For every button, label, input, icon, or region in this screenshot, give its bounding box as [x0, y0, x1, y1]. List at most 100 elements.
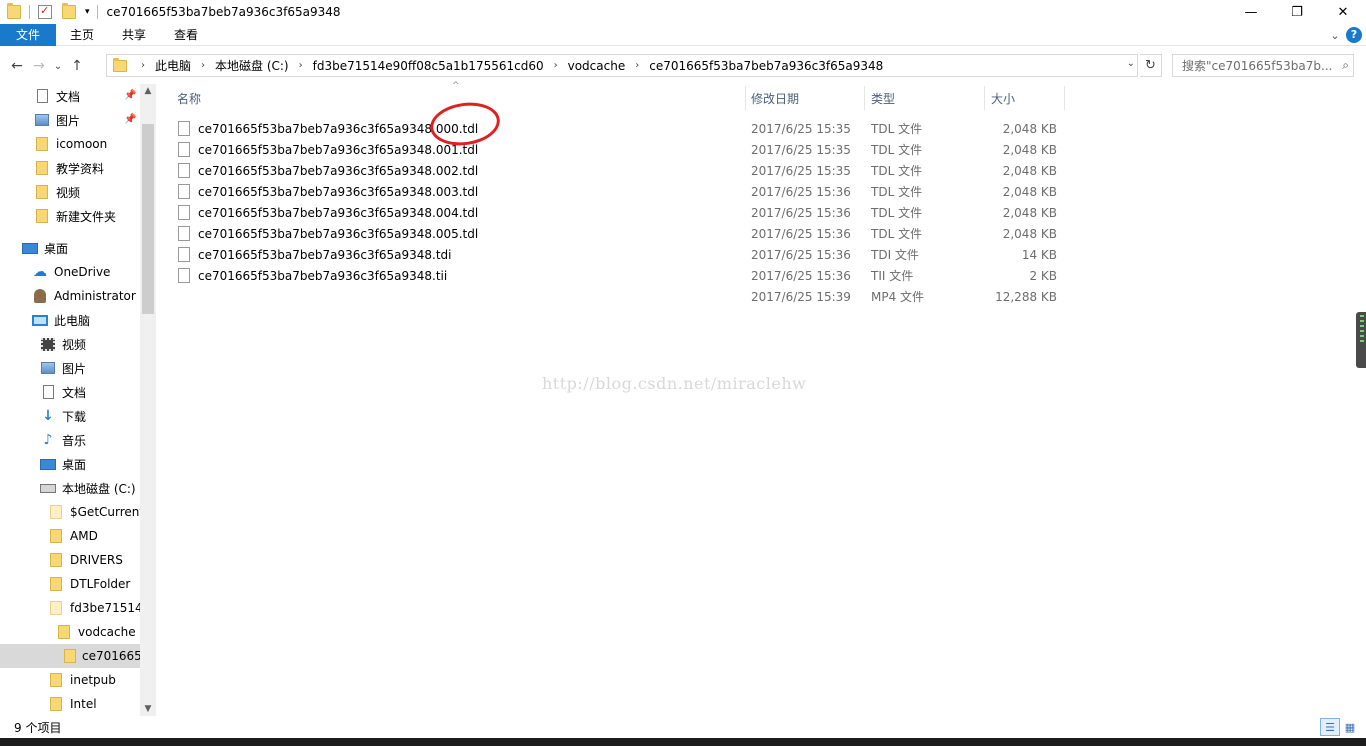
- nav-item-videos[interactable]: 视频: [40, 332, 86, 356]
- file-name: ce701665f53ba7beb7a936c3f65a9348.005.tdl: [198, 226, 479, 241]
- crumb-separator[interactable]: ›: [548, 60, 564, 71]
- forward-button[interactable]: →: [28, 58, 50, 74]
- nav-item-label: 图片: [56, 113, 81, 128]
- tab-home[interactable]: 主页: [56, 24, 108, 46]
- file-date: 2017/6/25 15:35: [751, 121, 851, 136]
- minimize-button[interactable]: —: [1228, 0, 1274, 24]
- file-row[interactable]: ce701665f53ba7beb7a936c3f65a9348.004.tdl…: [160, 202, 1060, 223]
- nav-item-downloads[interactable]: ↓ 下载: [40, 404, 86, 428]
- nav-item-vodcache[interactable]: vodcache: [56, 620, 136, 644]
- qat-separator: [29, 5, 30, 19]
- nav-item-drivers[interactable]: DRIVERS: [48, 548, 123, 572]
- nav-item-fd3be71514[interactable]: fd3be71514: [48, 596, 143, 620]
- tab-share[interactable]: 共享: [108, 24, 160, 46]
- document-icon: [42, 385, 54, 399]
- close-button[interactable]: ✕: [1320, 0, 1366, 24]
- nav-item-administrator[interactable]: Administrator: [32, 284, 136, 308]
- up-button[interactable]: ↑: [66, 58, 88, 74]
- breadcrumb-fd3be[interactable]: fd3be71514e90ff08c5a1b175561cd60: [309, 59, 548, 73]
- folder-icon: [64, 649, 76, 663]
- column-header-type[interactable]: 类型: [864, 84, 984, 112]
- search-icon[interactable]: ⌕: [1342, 58, 1349, 73]
- nav-item-label: fd3be71514: [70, 601, 143, 615]
- file-row[interactable]: ce701665f53ba7beb7a936c3f65a9348.002.tdl…: [160, 160, 1060, 181]
- file-row[interactable]: ce701665f53ba7beb7a936c3f65a9348.005.tdl…: [160, 223, 1060, 244]
- breadcrumb-this-pc[interactable]: 此电脑: [151, 57, 195, 74]
- file-row[interactable]: ce701665f53ba7beb7a936c3f65a9348.tii 201…: [160, 265, 1060, 286]
- scroll-thumb[interactable]: [142, 124, 154, 314]
- file-row[interactable]: ce701665f53ba7beb7a936c3f65a9348.tdi 201…: [160, 244, 1060, 265]
- scroll-down-icon[interactable]: ▼: [140, 704, 156, 714]
- crumb-separator[interactable]: ›: [135, 60, 151, 71]
- nav-item-this-pc[interactable]: 此电脑: [32, 308, 90, 332]
- pin-icon[interactable]: 📌: [124, 90, 136, 101]
- nav-item-desktop[interactable]: 桌面: [40, 452, 86, 476]
- file-size: 2,048 KB: [1002, 121, 1057, 136]
- file-row[interactable]: 2017/6/25 15:39 MP4 文件 12,288 KB: [160, 286, 1060, 307]
- file-type: MP4 文件: [871, 290, 925, 304]
- pin-icon[interactable]: 📌: [124, 114, 136, 125]
- nav-item-teaching[interactable]: 教学资料: [34, 156, 104, 180]
- file-date: 2017/6/25 15:36: [751, 226, 851, 241]
- nav-item-amd[interactable]: AMD: [48, 524, 98, 548]
- large-icons-view-icon[interactable]: ▦: [1340, 718, 1360, 736]
- breadcrumb-vodcache[interactable]: vodcache: [564, 59, 630, 73]
- qat-customize-icon[interactable]: ▾: [85, 7, 90, 17]
- nav-item-dtlfolder[interactable]: DTLFolder: [48, 572, 130, 596]
- nav-item-music[interactable]: ♪ 音乐: [40, 428, 86, 452]
- refresh-button[interactable]: ↻: [1140, 54, 1162, 77]
- nav-item-pictures-pinned[interactable]: 图片: [34, 108, 80, 132]
- desktop-icon: [40, 458, 56, 470]
- nav-item-label: Intel: [70, 697, 97, 711]
- nav-item-ce701665[interactable]: ce701665: [0, 644, 142, 668]
- file-type: TDL 文件: [871, 122, 923, 136]
- nav-scrollbar[interactable]: ▲ ▼: [140, 84, 156, 716]
- tab-file[interactable]: 文件: [0, 23, 56, 46]
- breadcrumb-current[interactable]: ce701665f53ba7beb7a936c3f65a9348: [645, 59, 887, 73]
- crumb-separator[interactable]: ›: [293, 60, 309, 71]
- details-view-icon[interactable]: ☰: [1320, 718, 1340, 736]
- tab-view[interactable]: 查看: [160, 24, 212, 46]
- nav-item-local-disk[interactable]: 本地磁盘 (C:): [40, 476, 136, 500]
- scroll-up-icon[interactable]: ▲: [140, 86, 156, 96]
- file-list: ^ 名称 修改日期 类型 大小 ce701665f53ba7beb7a936c3…: [160, 81, 1356, 716]
- nav-item-videos-folder[interactable]: 视频: [34, 180, 80, 204]
- crumb-separator[interactable]: ›: [629, 60, 645, 71]
- breadcrumb-local-disk[interactable]: 本地磁盘 (C:): [211, 57, 293, 74]
- download-icon: ↓: [42, 408, 54, 424]
- back-button[interactable]: ←: [6, 58, 28, 74]
- window-controls: — ❐ ✕: [1228, 0, 1366, 24]
- nav-item-new-folder[interactable]: 新建文件夹: [34, 204, 116, 228]
- nav-item-desktop-root[interactable]: 桌面: [22, 236, 68, 260]
- nav-item-documents-pinned[interactable]: 文档: [34, 84, 80, 108]
- nav-item-icomoon[interactable]: icomoon: [34, 132, 107, 156]
- address-bar[interactable]: › 此电脑 › 本地磁盘 (C:) › fd3be71514e90ff08c5a…: [106, 54, 1138, 77]
- folder-icon: [50, 553, 62, 567]
- nav-item-intel[interactable]: Intel: [48, 692, 97, 716]
- properties-icon[interactable]: [38, 4, 52, 19]
- crumb-separator[interactable]: ›: [195, 60, 211, 71]
- nav-item-inetpub[interactable]: inetpub: [48, 668, 116, 692]
- nav-item-documents[interactable]: 文档: [40, 380, 86, 404]
- address-dropdown-icon[interactable]: ⌄: [1127, 58, 1135, 69]
- column-header-date[interactable]: 修改日期: [744, 84, 864, 112]
- restore-button[interactable]: ❐: [1274, 0, 1320, 24]
- column-header-size[interactable]: 大小: [984, 84, 1064, 112]
- folder-icon: [58, 625, 70, 639]
- nav-item-pictures[interactable]: 图片: [40, 356, 86, 380]
- file-row[interactable]: ce701665f53ba7beb7a936c3f65a9348.001.tdl…: [160, 139, 1060, 160]
- column-divider[interactable]: [1064, 86, 1065, 110]
- side-panel-handle[interactable]: [1356, 312, 1366, 368]
- search-input[interactable]: 搜索"ce701665f53ba7b... ⌕: [1172, 54, 1354, 77]
- expand-ribbon-icon[interactable]: ⌄: [1324, 29, 1346, 42]
- nav-item-onedrive[interactable]: ☁ OneDrive: [32, 260, 110, 284]
- recent-locations-icon[interactable]: ⌄: [50, 61, 66, 72]
- file-icon: [178, 163, 190, 178]
- new-folder-icon[interactable]: [62, 3, 76, 19]
- file-row[interactable]: ce701665f53ba7beb7a936c3f65a9348.000.tdl…: [160, 118, 1060, 139]
- help-icon[interactable]: ?: [1346, 27, 1362, 43]
- nav-item-label: ce701665: [82, 649, 142, 663]
- nav-item-getcurrent[interactable]: $GetCurrent: [48, 500, 144, 524]
- file-row[interactable]: ce701665f53ba7beb7a936c3f65a9348.003.tdl…: [160, 181, 1060, 202]
- ribbon-tabs: 文件 主页 共享 查看 ⌄ ?: [0, 23, 1366, 46]
